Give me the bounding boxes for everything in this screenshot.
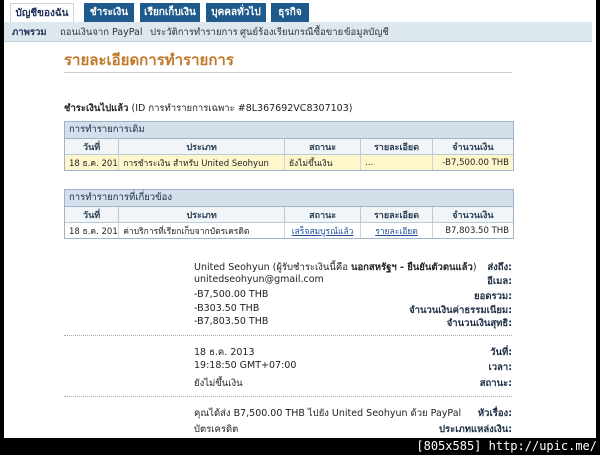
- col-status: สถานะ: [284, 207, 362, 223]
- col-details: รายละเอียด: [360, 207, 433, 223]
- related-transaction-table: การทำรายการที่เกี่ยวข้อง วันที่ ประเภท ส…: [64, 189, 514, 239]
- detail-value: 19:18:50 GMT+07:00: [194, 360, 297, 371]
- cell-type: ค่าบริการที่เรียกเก็บจากบัตรเครดิต: [118, 222, 286, 238]
- detail-status: สถานะ: ยังไม่ขึ้นเงิน: [64, 376, 512, 389]
- col-type: ประเภท: [118, 207, 286, 223]
- section-divider: [64, 335, 512, 336]
- page-title: รายละเอียดการทำรายการ: [64, 51, 234, 69]
- scrollbar[interactable]: [592, 0, 596, 438]
- detail-value: United Seohyun (ผู้รับชำระเงินนี้คือ นอก…: [194, 262, 477, 273]
- detail-value: ยังไม่ขึ้นเงิน: [194, 378, 243, 389]
- subnav-overview[interactable]: ภาพรวม: [12, 25, 47, 40]
- col-amount: จำนวนเงิน: [432, 139, 513, 155]
- subnav-withdraw[interactable]: ถอนเงินจาก PayPal: [60, 25, 143, 40]
- tab-send-money[interactable]: ชำระเงิน: [84, 3, 134, 22]
- detail-fee: จำนวนเงินค่าธรรมเนียม: -B303.50 THB: [64, 303, 512, 316]
- detail-value: unitedseohyun@gmail.com: [194, 274, 324, 285]
- detail-value: -B303.50 THB: [194, 303, 260, 314]
- table-row: 18 ธ.ค. 2013 ค่าบริการที่เรียกเก็บจากบัต…: [65, 222, 513, 238]
- tab-business[interactable]: ธุรกิจ: [271, 3, 309, 22]
- title-divider: [64, 72, 512, 73]
- detail-label: ยอดรวม:: [474, 291, 512, 302]
- col-amount: จำนวนเงิน: [432, 207, 513, 223]
- top-nav: บัญชีของฉัน ชำระเงิน เรียกเก็บเงิน บุคคล…: [4, 0, 596, 22]
- summary-status: ชำระเงินไปแล้ว: [64, 103, 129, 114]
- detail-net: จำนวนเงินสุทธิ: -B7,803.50 THB: [64, 316, 512, 329]
- cell-date: 18 ธ.ค. 2013: [65, 154, 120, 170]
- original-transaction-table: การทำรายการเดิม วันที่ ประเภท สถานะ รายล…: [64, 121, 514, 171]
- detail-label: วันที่:: [490, 347, 512, 358]
- detail-total: ยอดรวม: -B7,500.00 THB: [64, 289, 512, 302]
- detail-value: คุณได้ส่ง B7,500.00 THB ไปยัง United Seo…: [194, 408, 462, 419]
- detail-label: สถานะ:: [479, 378, 512, 389]
- detail-label: เวลา:: [488, 362, 512, 373]
- col-date: วันที่: [65, 139, 120, 155]
- detail-value: 18 ธ.ค. 2013: [194, 347, 255, 358]
- detail-value: -B7,803.50 THB: [194, 316, 269, 327]
- image-host-footer: [805x585] http://upic.me/: [416, 439, 597, 453]
- cell-amount: B7,803.50 THB: [445, 225, 509, 236]
- tab-my-account[interactable]: บัญชีของฉัน: [10, 3, 74, 22]
- detail-label: ประเภทแหล่งเงิน:: [438, 424, 512, 435]
- cell-type: การชำระเงิน สำหรับ United Seohyun: [118, 154, 286, 170]
- detail-subject: หัวเรื่อง: คุณได้ส่ง B7,500.00 THB ไปยัง…: [64, 406, 512, 419]
- tab-request-money[interactable]: เรียกเก็บเงิน: [140, 3, 200, 22]
- detail-date: วันที่: 18 ธ.ค. 2013: [64, 345, 512, 358]
- detail-recipient: ส่งถึง: United Seohyun (ผู้รับชำระเงินนี…: [64, 260, 512, 273]
- detail-label: จำนวนเงินสุทธิ:: [446, 318, 512, 329]
- detail-value: บัตรเครดิต: [194, 424, 239, 435]
- cell-status: เสร็จสมบูรณ์แล้ว: [284, 222, 362, 238]
- subnav-history[interactable]: ประวัติการทำรายการ: [150, 25, 238, 40]
- col-details: รายละเอียด: [360, 139, 433, 155]
- details-link[interactable]: รายละเอียด: [375, 227, 418, 237]
- summary-id: (ID การทำรายการเฉพาะ #8L367692VC8307103): [128, 103, 353, 114]
- cell-amount: -B7,500.00 THB: [432, 154, 513, 170]
- subnav-resolution-center[interactable]: ศูนย์ร้องเรียนกรณีซื้อขาย: [240, 25, 343, 40]
- tab-personal[interactable]: บุคคลทั่วไป: [206, 3, 266, 22]
- table-caption: การทำรายการเดิม: [65, 122, 513, 139]
- cell-details: รายละเอียด: [360, 222, 433, 238]
- browser-page: บัญชีของฉัน ชำระเงิน เรียกเก็บเงิน บุคคล…: [4, 0, 596, 438]
- detail-email: อีเมล: unitedseohyun@gmail.com: [64, 274, 512, 287]
- transaction-summary: ชำระเงินไปแล้ว (ID การทำรายการเฉพาะ #8L3…: [64, 101, 352, 116]
- col-type: ประเภท: [118, 139, 286, 155]
- sub-nav: ภาพรวม ถอนเงินจาก PayPal ประวัติการทำราย…: [4, 22, 596, 42]
- section-divider: [64, 396, 512, 397]
- detail-funding-source: ประเภทแหล่งเงิน: บัตรเครดิต: [64, 422, 512, 435]
- table-row: 18 ธ.ค. 2013 การชำระเงิน สำหรับ United S…: [65, 154, 513, 170]
- cell-date: 18 ธ.ค. 2013: [65, 222, 120, 238]
- detail-value: -B7,500.00 THB: [194, 289, 269, 300]
- cell-status: ยังไม่ขึ้นเงิน: [284, 154, 362, 170]
- status-link[interactable]: เสร็จสมบูรณ์แล้ว: [292, 227, 354, 237]
- cell-details: ...: [360, 154, 433, 170]
- col-date: วันที่: [65, 207, 120, 223]
- detail-time: เวลา: 19:18:50 GMT+07:00: [64, 360, 512, 373]
- table-caption: การทำรายการที่เกี่ยวข้อง: [65, 190, 513, 207]
- subnav-profile[interactable]: ข้อมูลบัญชี: [344, 25, 389, 40]
- col-status: สถานะ: [284, 139, 362, 155]
- detail-label: อีเมล:: [487, 276, 512, 287]
